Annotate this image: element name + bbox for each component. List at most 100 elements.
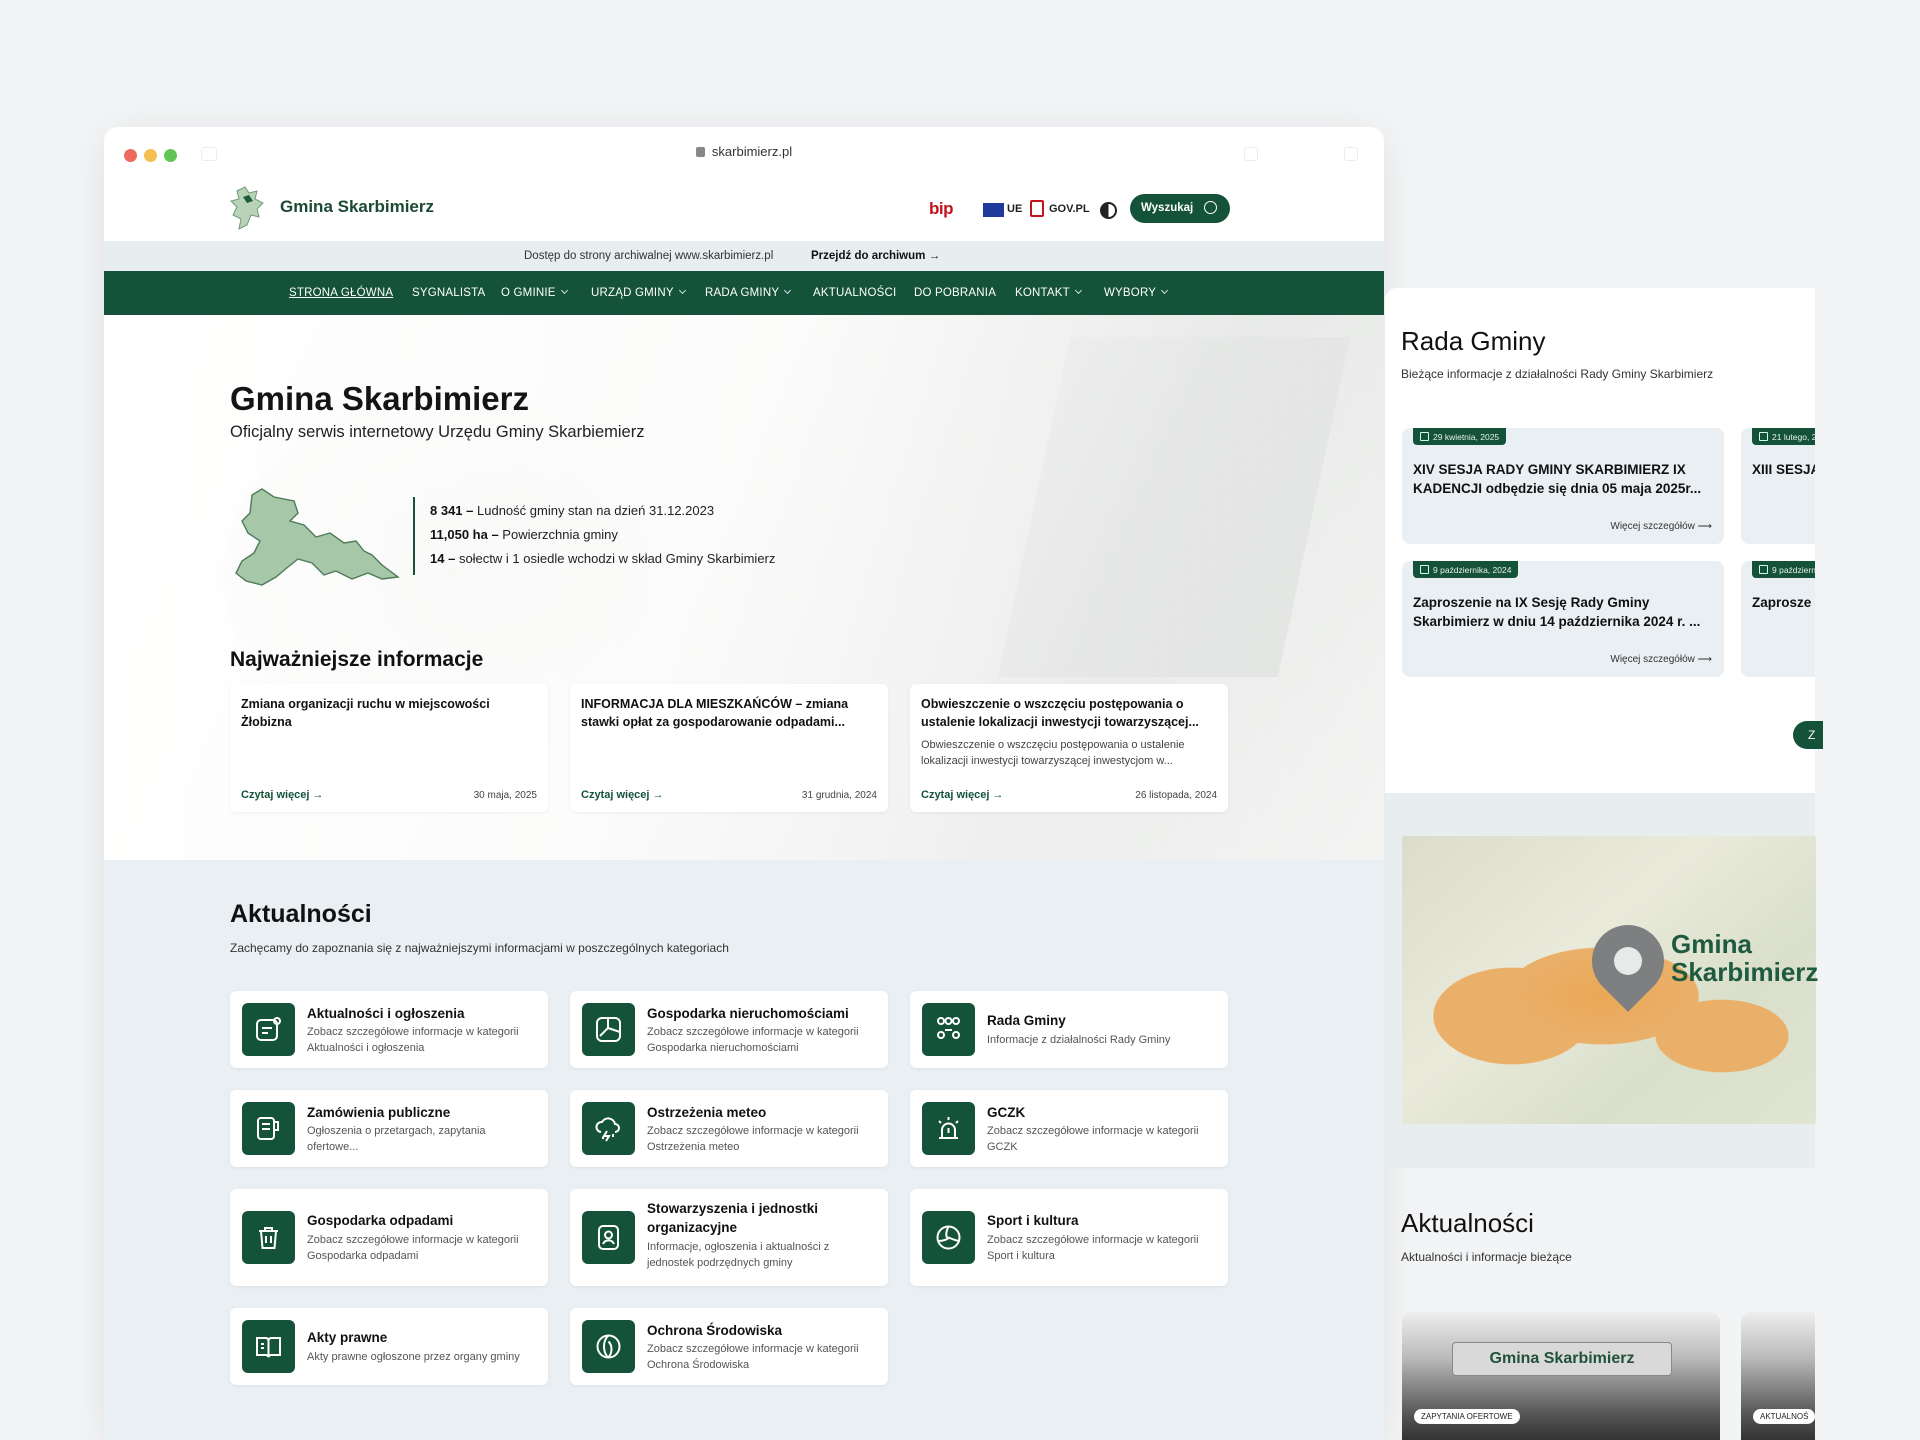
news-card[interactable]: AKTUALNOŚ — [1741, 1312, 1815, 1440]
category-card[interactable]: Gospodarka odpadami Zobacz szczegółowe i… — [230, 1189, 548, 1286]
category-title: Ochrona Środowiska — [647, 1323, 783, 1338]
category-card[interactable]: Stowarzyszenia i jednostki organizacyjne… — [570, 1189, 888, 1286]
gov-link[interactable]: GOV.PL — [1049, 203, 1090, 215]
news-card-tag: ZAPYTANIA OFERTOWE — [1414, 1409, 1520, 1424]
archive-link[interactable]: Przejdź do archiwum → — [811, 250, 940, 262]
news-card-tag: AKTUALNOŚ — [1753, 1409, 1815, 1424]
category-title: Gospodarka nieruchomościami — [647, 1006, 849, 1021]
news-card[interactable]: Gmina Skarbimierz ZAPYTANIA OFERTOWE — [1402, 1312, 1720, 1440]
important-card[interactable]: Zmiana organizacji ruchu w miejscowości … — [230, 684, 548, 812]
logo-icon[interactable] — [229, 185, 269, 231]
url-text: skarbimierz.pl — [711, 144, 793, 159]
gov-emblem-icon[interactable] — [1030, 200, 1044, 217]
stat-area: 11,050 ha – Powierzchnia gminy — [430, 527, 618, 542]
important-card[interactable]: Obwieszczenie o wszczęciu postępowania o… — [910, 684, 1228, 812]
more-details-link[interactable]: Więcej szczegółów ⟶ — [1610, 521, 1712, 532]
chevron-down-icon — [1161, 286, 1169, 295]
category-card[interactable]: Zamówienia publiczne Ogłoszenia o przeta… — [230, 1090, 548, 1167]
category-desc: Informacje z działalności Rady Gminy — [987, 1034, 1171, 1046]
page-title: Gmina Skarbimierz — [230, 380, 529, 417]
council-icon — [922, 1003, 975, 1056]
important-card-title: Zmiana organizacji ruchu w miejscowości … — [241, 697, 490, 729]
map-label: Gmina Skarbimierz — [1671, 929, 1819, 987]
trash-icon — [242, 1211, 295, 1264]
important-card[interactable]: INFORMACJA DLA MIESZKAŃCÓW – zmiana staw… — [570, 684, 888, 812]
logo-text[interactable]: Gmina Skarbimierz — [280, 197, 434, 217]
volleyball-icon — [922, 1211, 975, 1264]
announcement-icon — [242, 1003, 295, 1056]
council-card[interactable]: 9 październ Zaprosze Skarbimie — [1741, 561, 1815, 677]
news-card-sign: Gmina Skarbimierz — [1452, 1342, 1672, 1376]
map-pin-hole — [1614, 947, 1642, 975]
category-desc: Ogłoszenia o przetargach, zapytania ofer… — [307, 1125, 486, 1153]
category-card[interactable]: Akty prawne Akty prawne ogłoszone przez … — [230, 1308, 548, 1385]
read-more-link[interactable]: Czytaj więcej → — [241, 789, 324, 801]
calendar-date-badge: 9 październ — [1752, 561, 1815, 578]
property-map-icon — [582, 1003, 635, 1056]
arrow-right-icon: → — [652, 789, 664, 801]
category-desc: Zobacz szczegółowe informacje w kategori… — [647, 1026, 859, 1054]
contrast-toggle-icon[interactable] — [1100, 202, 1117, 219]
category-title: Sport i kultura — [987, 1213, 1079, 1228]
nav-item-wybory[interactable]: WYBORY — [1104, 286, 1169, 299]
council-card[interactable]: 9 października, 2024 Zaproszenie na IX S… — [1402, 561, 1724, 677]
address-bar[interactable]: skarbimierz.pl — [104, 144, 1384, 159]
council-title: Rada Gminy — [1401, 326, 1546, 356]
lock-icon — [695, 147, 705, 157]
nav-item-aktualnosci[interactable]: AKTUALNOŚCI — [813, 287, 896, 299]
eu-link[interactable]: UE — [1007, 203, 1022, 215]
calendar-date-badge: 21 lutego, 2 — [1752, 428, 1815, 445]
category-title: Akty prawne — [307, 1330, 388, 1345]
search-button[interactable]: Wyszukaj — [1130, 194, 1230, 223]
important-card-date: 31 grudnia, 2024 — [801, 790, 877, 801]
chevron-down-icon — [784, 286, 792, 295]
council-subtitle: Bieżące informacje z działalności Rady G… — [1401, 367, 1714, 381]
nav-item-o-gminie[interactable]: O GMINIE — [501, 286, 568, 299]
nav-item-sygnalista[interactable]: SYGNALISTA — [412, 287, 485, 299]
nav-item-do-pobrania[interactable]: DO POBRANIA — [914, 287, 996, 299]
council-card[interactable]: 29 kwietnia, 2025 XIV SESJA RADY GMINY S… — [1402, 428, 1724, 544]
arrow-right-icon: → — [992, 789, 1004, 801]
category-desc: Akty prawne ogłoszone przez organy gminy — [307, 1351, 520, 1363]
category-title: Rada Gminy — [987, 1013, 1066, 1028]
council-card-title: XIII SESJA KADENCJ — [1752, 462, 1815, 477]
read-more-link[interactable]: Czytaj więcej → — [921, 789, 1004, 801]
chevron-down-icon — [678, 286, 686, 295]
eu-flag-icon[interactable] — [983, 203, 1004, 217]
category-card[interactable]: Ostrzeżenia meteo Zobacz szczegółowe inf… — [570, 1090, 888, 1167]
nav-item-home[interactable]: STRONA GŁÓWNA — [289, 287, 393, 299]
council-more-button[interactable]: Z — [1793, 721, 1823, 749]
category-desc: Zobacz szczegółowe informacje w kategori… — [307, 1234, 519, 1262]
category-card[interactable]: Sport i kultura Zobacz szczegółowe infor… — [910, 1189, 1228, 1286]
news-title: Aktualności — [230, 900, 372, 928]
calendar-date-badge: 29 kwietnia, 2025 — [1413, 428, 1507, 445]
bip-link[interactable]: bip — [929, 199, 954, 219]
council-card[interactable]: 21 lutego, 2 XIII SESJA KADENCJ — [1741, 428, 1815, 544]
alarm-light-icon — [922, 1102, 975, 1155]
read-more-link[interactable]: Czytaj więcej → — [581, 789, 664, 801]
category-card[interactable]: Gospodarka nieruchomościami Zobacz szcze… — [570, 991, 888, 1068]
category-desc: Zobacz szczegółowe informacje w kategori… — [307, 1026, 519, 1054]
arrow-right-icon: ⟶ — [1697, 654, 1712, 665]
category-card[interactable]: Rada Gminy Informacje z działalności Rad… — [910, 991, 1228, 1068]
category-card[interactable]: Ochrona Środowiska Zobacz szczegółowe in… — [570, 1308, 888, 1385]
category-desc: Zobacz szczegółowe informacje w kategori… — [987, 1234, 1199, 1262]
category-card[interactable]: Aktualności i ogłoszenia Zobacz szczegół… — [230, 991, 548, 1068]
open-book-icon — [242, 1320, 295, 1373]
more-details-link[interactable]: Więcej szczegółów ⟶ — [1610, 654, 1712, 665]
category-card[interactable]: GCZK Zobacz szczegółowe informacje w kat… — [910, 1090, 1228, 1167]
nav-item-urzad-gminy[interactable]: URZĄD GMINY — [591, 286, 686, 299]
search-icon — [1204, 201, 1217, 214]
important-card-date: 30 maja, 2025 — [473, 790, 537, 801]
archive-bar: Dostęp do strony archiwalnej www.skarbim… — [104, 241, 1384, 271]
id-badge-icon — [582, 1211, 635, 1264]
chevron-down-icon — [560, 286, 568, 295]
category-title: Gospodarka odpadami — [307, 1213, 454, 1228]
nav-item-kontakt[interactable]: KONTAKT — [1015, 286, 1082, 299]
storm-cloud-icon — [582, 1102, 635, 1155]
procurement-icon — [242, 1102, 295, 1155]
nav-item-rada-gminy[interactable]: RADA GMINY — [705, 286, 792, 299]
category-title: Stowarzyszenia i jednostki organizacyjne — [647, 1201, 819, 1235]
category-title: Zamówienia publiczne — [307, 1105, 451, 1120]
main-nav: STRONA GŁÓWNA SYGNALISTA O GMINIE URZĄD … — [104, 271, 1384, 315]
